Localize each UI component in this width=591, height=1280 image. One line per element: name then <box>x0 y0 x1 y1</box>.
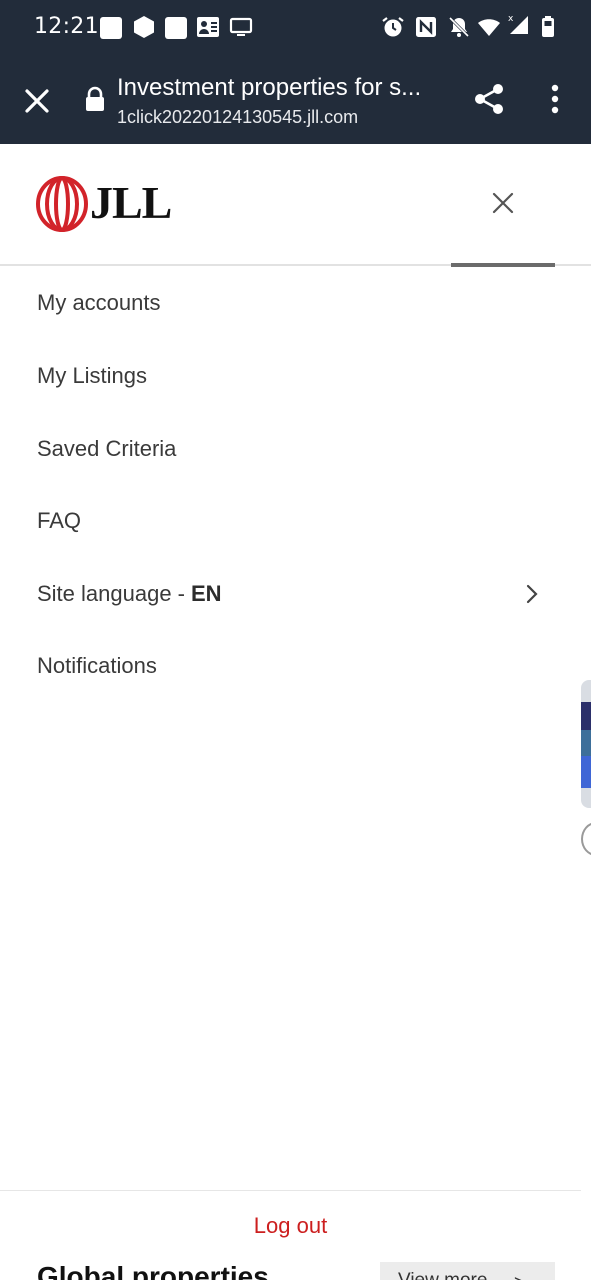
menu-item-label: My Listings <box>37 363 148 388</box>
browser-toolbar: Investment properties for s... 1click202… <box>0 56 591 144</box>
share-icon[interactable] <box>472 82 506 116</box>
status-bar: 12:21 x <box>0 0 591 56</box>
close-menu-icon[interactable] <box>490 190 516 216</box>
hexagon-icon <box>134 16 154 38</box>
cast-screen-icon <box>229 17 253 36</box>
section-title: Global properties <box>37 1261 269 1280</box>
chevron-right-icon <box>526 584 538 604</box>
background-card-edge <box>581 680 591 808</box>
chevron-right-icon: > <box>514 1272 525 1280</box>
mute-icon <box>448 16 470 38</box>
menu-item-my-accounts[interactable]: My accounts <box>37 278 557 328</box>
menu-item-label: My accounts <box>37 290 161 315</box>
signal-icon: x <box>508 14 528 34</box>
menu-item-faq[interactable]: FAQ <box>37 496 557 546</box>
logo-text: JLL <box>90 177 172 228</box>
menu-item-saved-criteria[interactable]: Saved Criteria <box>37 424 557 474</box>
menu-item-label: Saved Criteria <box>37 436 177 461</box>
menu-item-label: Notifications <box>37 653 157 678</box>
menu-item-label: Site language - <box>37 581 185 606</box>
page-title: Investment properties for s... <box>117 74 422 101</box>
view-more-button[interactable]: View more > <box>380 1262 555 1280</box>
jll-logo-mark-icon <box>36 176 88 232</box>
menu-item-notifications[interactable]: Notifications <box>37 641 557 691</box>
menu-item-my-listings[interactable]: My Listings <box>37 351 557 401</box>
close-tab-icon[interactable] <box>22 86 52 116</box>
menu-item-label: FAQ <box>37 508 82 533</box>
wifi-icon <box>478 19 500 36</box>
app-square-icon <box>165 17 187 39</box>
jll-logo[interactable]: JLL <box>36 174 172 232</box>
lock-icon <box>86 86 104 111</box>
alarm-icon <box>382 17 404 37</box>
contacts-icon <box>197 17 219 37</box>
svg-text:x: x <box>508 14 514 24</box>
app-square-icon <box>100 17 122 39</box>
background-button-edge <box>581 822 591 856</box>
site-header: JLL <box>0 144 591 266</box>
nfc-icon <box>416 17 436 37</box>
language-code: EN <box>191 581 222 606</box>
page-url: 1click20220124130545.jll.com <box>117 107 359 127</box>
battery-icon <box>542 16 554 37</box>
view-more-label: View more <box>398 1270 487 1280</box>
more-options-icon[interactable] <box>544 82 566 116</box>
header-divider-indicator <box>451 263 555 267</box>
status-time: 12:21 <box>34 14 99 39</box>
menu-item-site-language[interactable]: Site language - EN <box>37 569 557 619</box>
footer-divider <box>0 1190 581 1191</box>
logout-link[interactable]: Log out <box>0 1213 581 1239</box>
